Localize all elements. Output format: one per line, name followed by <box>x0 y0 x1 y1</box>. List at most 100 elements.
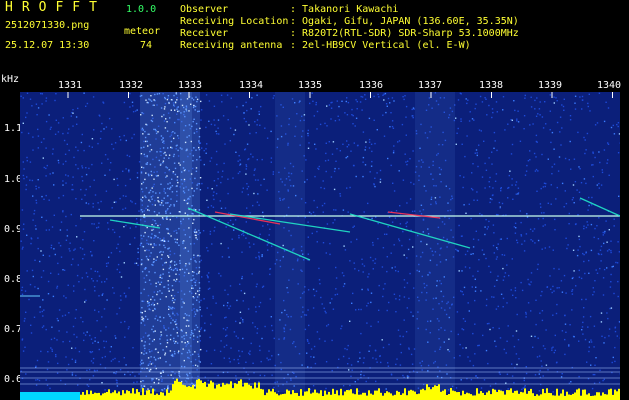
noise-dot <box>202 230 205 232</box>
noise-dot <box>198 110 200 112</box>
noise-dot <box>358 269 360 272</box>
noise-dot <box>50 338 53 341</box>
noise-dot <box>471 118 474 120</box>
noise-dot <box>181 171 183 173</box>
noise-dot <box>313 199 315 202</box>
noise-dot <box>471 286 473 288</box>
noise-dot <box>497 275 499 277</box>
signal-bar <box>220 386 222 400</box>
noise-dot <box>594 156 596 159</box>
noise-dot <box>62 117 64 119</box>
noise-dot <box>357 360 359 363</box>
noise-dot <box>148 308 150 310</box>
noise-dot <box>573 270 575 272</box>
noise-dot <box>120 276 123 278</box>
noise-dot <box>455 117 457 119</box>
signal-bar <box>470 394 472 400</box>
noise-dot <box>140 322 142 324</box>
signal-bar <box>464 394 466 400</box>
noise-dot <box>355 117 358 119</box>
noise-dot <box>495 345 497 348</box>
noise-dot <box>266 189 268 191</box>
noise-dot <box>310 213 312 215</box>
noise-dot <box>583 136 585 139</box>
noise-dot <box>132 347 134 349</box>
noise-dot <box>374 177 376 179</box>
noise-dot <box>245 164 247 166</box>
noise-dot <box>91 254 93 256</box>
noise-dot <box>506 264 508 266</box>
noise-dot <box>334 120 337 122</box>
noise-dot <box>492 187 494 189</box>
noise-dot <box>193 278 195 280</box>
noise-dot <box>109 169 111 171</box>
noise-dot <box>110 360 113 362</box>
noise-dot <box>195 149 197 151</box>
noise-dot <box>164 262 166 264</box>
signal-bar <box>182 384 184 400</box>
noise-dot <box>105 262 108 265</box>
noise-dot <box>234 219 237 221</box>
signal-bar <box>170 390 172 400</box>
noise-dot <box>140 380 142 383</box>
noise-dot <box>159 357 161 359</box>
noise-dot <box>186 319 188 322</box>
noise-dot <box>408 238 411 241</box>
noise-dot <box>364 149 366 151</box>
noise-dot <box>89 378 91 381</box>
noise-dot <box>513 382 515 384</box>
noise-dot <box>537 263 539 266</box>
signal-bar <box>178 381 180 400</box>
signal-bar <box>518 393 520 400</box>
noise-dot <box>160 202 163 204</box>
noise-dot <box>542 345 545 347</box>
noise-dot <box>591 387 594 390</box>
noise-dot <box>71 372 74 374</box>
noise-dot <box>387 226 389 228</box>
noise-dot <box>600 245 603 248</box>
signal-bar <box>446 395 448 400</box>
noise-dot <box>356 144 359 147</box>
noise-dot <box>336 100 338 102</box>
noise-dot <box>185 263 187 265</box>
noise-dot <box>176 108 178 110</box>
noise-dot <box>170 109 172 111</box>
noise-dot <box>253 243 255 245</box>
noise-dot <box>477 239 480 241</box>
noise-dot <box>496 111 498 113</box>
signal-bar <box>484 395 486 400</box>
noise-dot <box>210 314 212 316</box>
noise-dot <box>534 242 536 244</box>
x-tick-label: 1332 <box>119 80 144 91</box>
noise-dot <box>132 111 135 113</box>
noise-dot <box>150 356 152 358</box>
noise-dot <box>75 116 78 118</box>
noise-dot <box>560 376 563 378</box>
signal-bar <box>586 394 588 400</box>
noise-dot <box>395 298 397 300</box>
signal-bar <box>104 392 106 400</box>
noise-dot <box>201 147 203 149</box>
noise-dot <box>198 270 201 273</box>
noise-dot <box>210 123 213 126</box>
noise-dot <box>177 135 179 137</box>
noise-dot <box>346 114 349 116</box>
noise-dot <box>31 269 34 272</box>
noise-dot <box>128 326 130 328</box>
noise-dot <box>187 250 189 252</box>
noise-dot <box>169 350 172 352</box>
noise-dot <box>245 237 247 239</box>
noise-dot <box>608 229 610 231</box>
noise-dot <box>460 118 462 120</box>
noise-dot <box>197 290 199 292</box>
noise-dot <box>50 347 52 349</box>
signal-bar <box>258 382 260 400</box>
noise-dot <box>534 99 536 102</box>
noise-dot <box>581 95 584 98</box>
signal-bar <box>292 390 294 400</box>
noise-dot <box>148 271 150 273</box>
noise-dot <box>325 170 327 173</box>
signal-bar <box>432 387 434 400</box>
noise-dot <box>23 177 25 180</box>
signal-bar <box>282 394 284 400</box>
